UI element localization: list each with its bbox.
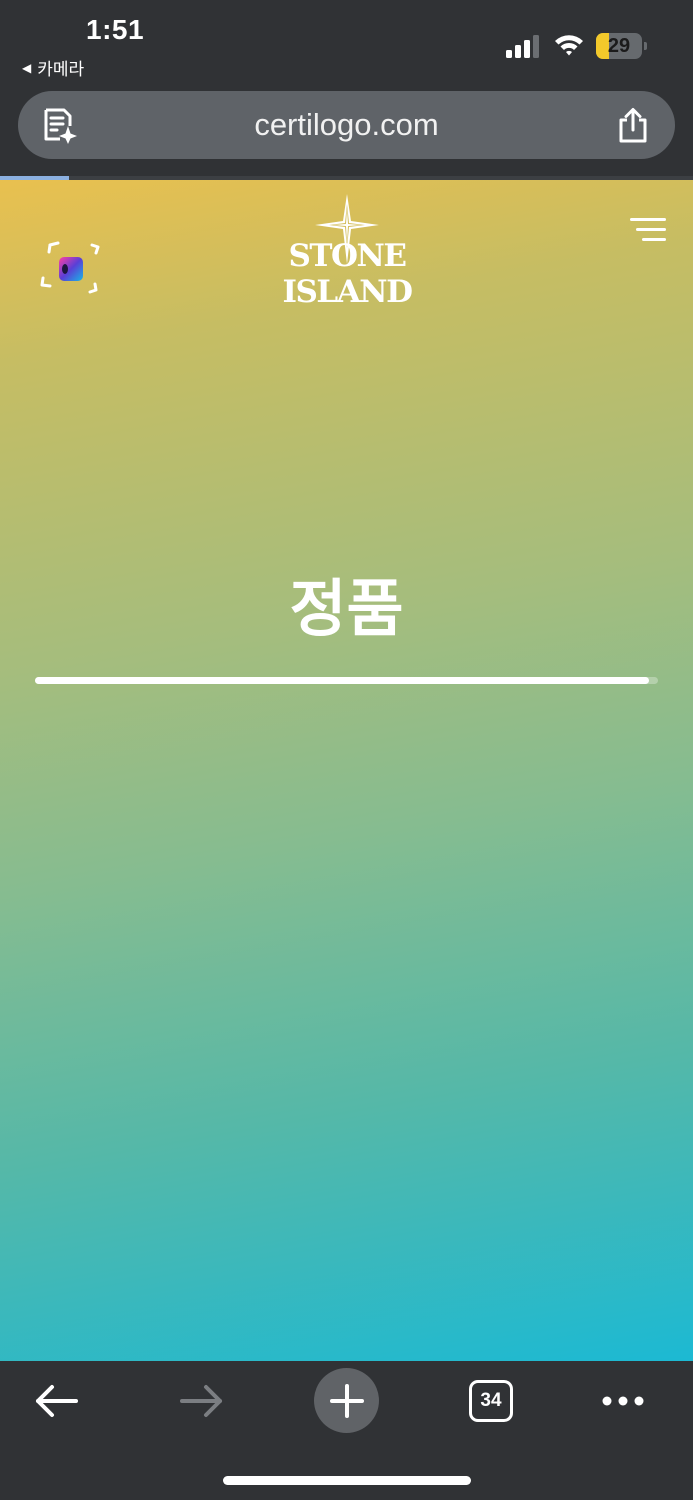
battery-cap [644, 42, 647, 50]
authenticity-result: 정품 [289, 572, 404, 645]
reader-summary-icon[interactable] [40, 106, 78, 144]
web-page-content: STONE ISLAND 정품 [0, 180, 693, 1361]
address-bar[interactable]: certilogo.com [18, 91, 675, 159]
home-indicator[interactable] [223, 1476, 471, 1485]
cellular-signal-icon [506, 35, 539, 58]
menu-icon[interactable] [630, 218, 666, 244]
back-to-app-link[interactable]: ◀ 카메라 [22, 55, 84, 80]
battery-body: 29 [596, 33, 642, 59]
result-progress-bar [35, 677, 658, 684]
wifi-icon [555, 35, 583, 56]
scan-icon[interactable] [38, 236, 104, 302]
forward-button[interactable] [176, 1377, 228, 1425]
url-text[interactable]: certilogo.com [18, 91, 675, 159]
more-options-button[interactable] [598, 1381, 648, 1421]
new-tab-button[interactable] [314, 1368, 379, 1433]
battery-level: 29 [607, 35, 631, 57]
arrow-right-icon [180, 1385, 222, 1417]
plus-icon [329, 1383, 364, 1418]
signal-bar [533, 35, 539, 58]
battery-indicator: 29 [596, 33, 648, 59]
share-icon[interactable] [616, 107, 650, 143]
status-bar: 1:51 ◀ 카메라 29 [0, 0, 693, 86]
arrow-left-icon [36, 1385, 78, 1417]
status-time: 1:51 [86, 14, 145, 45]
stone-island-logo[interactable]: STONE ISLAND [236, 194, 458, 310]
signal-bar [515, 45, 521, 58]
more-icon [602, 1396, 644, 1406]
signal-bar [524, 40, 530, 58]
signal-bar [506, 50, 512, 58]
back-app-label: 카메라 [37, 60, 85, 80]
tab-switcher-button[interactable]: 34 [469, 1380, 513, 1422]
brand-logo-text: STONE ISLAND [282, 238, 413, 310]
back-button[interactable] [30, 1377, 82, 1425]
result-progress-fill [35, 677, 649, 684]
back-triangle-icon: ◀ [22, 60, 32, 75]
